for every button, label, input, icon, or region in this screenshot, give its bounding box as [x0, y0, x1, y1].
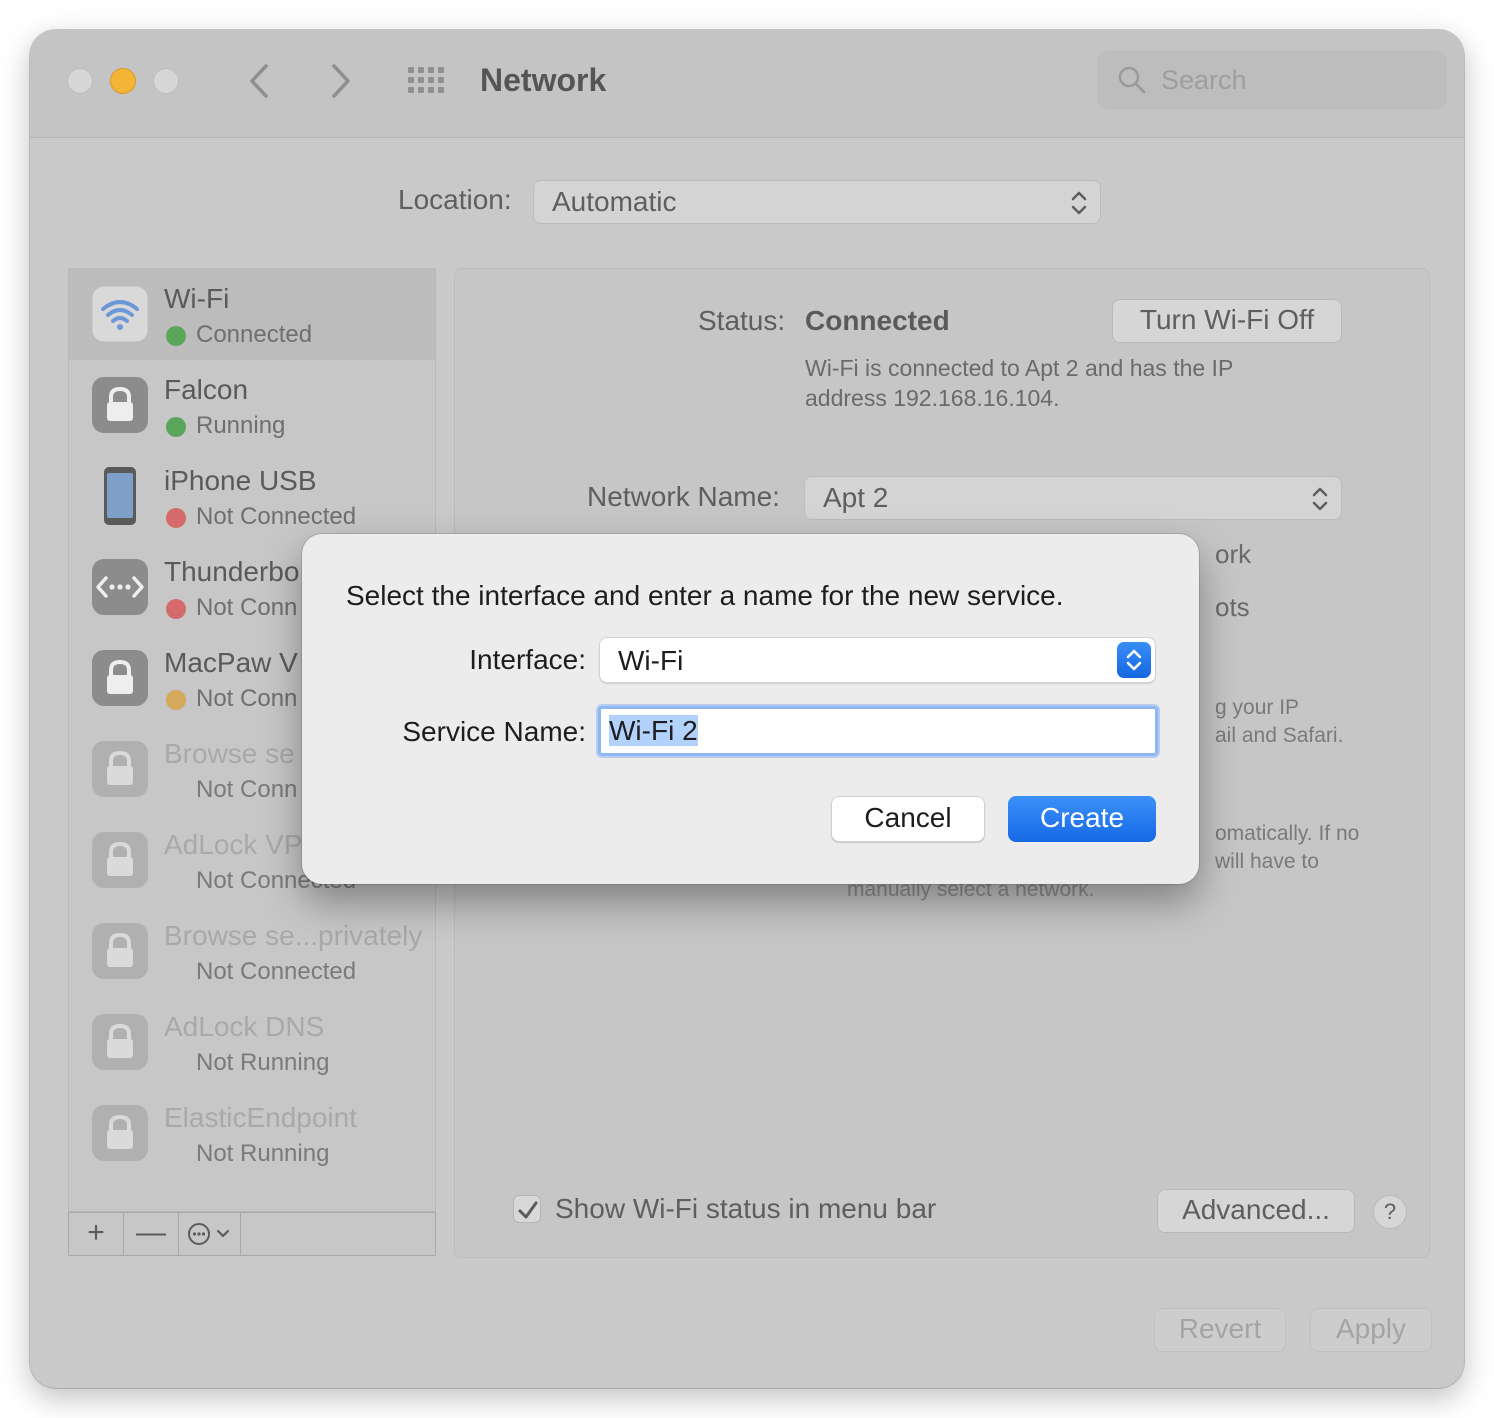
lock-icon: [92, 923, 148, 979]
chevron-right-icon: [332, 64, 350, 98]
close-window-button[interactable]: [67, 68, 93, 94]
grid-icon: [408, 67, 444, 93]
status-dot: [166, 417, 186, 437]
service-status: Not Conn: [196, 685, 298, 712]
lock-icon: [92, 832, 148, 888]
interface-label: Interface:: [469, 644, 586, 675]
thunderbolt-bridge-icon: [92, 559, 148, 615]
lock-icon: [92, 741, 148, 797]
service-name: AdLock VP: [164, 829, 303, 860]
service-name: ElasticEndpoint: [164, 1102, 358, 1133]
service-name: Thunderbo: [164, 556, 300, 587]
location-value: Automatic: [552, 186, 677, 217]
updown-chevron-icon: [1312, 487, 1328, 511]
status-label: Status:: [698, 305, 786, 336]
sheet-message: Select the interface and enter a name fo…: [346, 580, 1064, 611]
forward-button[interactable]: [320, 60, 360, 102]
service-iphone-usb[interactable]: iPhone USB Not Connected: [69, 451, 435, 542]
window-title: Network: [480, 62, 607, 98]
revert-button[interactable]: Revert: [1154, 1308, 1286, 1352]
service-name: AdLock DNS: [164, 1011, 325, 1042]
titlebar: Network: [30, 30, 1464, 138]
back-button[interactable]: [240, 60, 280, 102]
service-status: Not Connected: [196, 958, 357, 985]
service-elastic-endpoint[interactable]: ElasticEndpoint Not Running: [69, 1088, 435, 1179]
service-name: Falcon: [164, 374, 249, 405]
help-button[interactable]: ?: [1373, 1195, 1407, 1229]
updown-chevron-icon: [1126, 649, 1142, 671]
service-name: MacPaw V: [164, 647, 298, 678]
wifi-icon: [91, 285, 149, 343]
iphone-icon: [104, 467, 136, 525]
clipped-text: g your IP: [1215, 696, 1300, 719]
remove-service-button[interactable]: —: [124, 1213, 179, 1255]
create-button[interactable]: Create: [1008, 796, 1156, 842]
search-field[interactable]: [1097, 51, 1447, 109]
service-falcon[interactable]: Falcon Running: [69, 360, 435, 451]
network-name-popup[interactable]: Apt 2: [804, 476, 1342, 520]
service-status: Not Running: [196, 1140, 330, 1167]
service-adlock-dns[interactable]: AdLock DNS Not Running: [69, 997, 435, 1088]
service-name: Wi-Fi: [164, 283, 230, 314]
lock-icon: [92, 1105, 148, 1161]
status-dot: [166, 326, 186, 346]
apply-button[interactable]: Apply: [1310, 1308, 1432, 1352]
show-wifi-status-checkbox[interactable]: [513, 1195, 541, 1223]
checkmark-icon: [518, 1201, 538, 1219]
ellipsis-circle-chevron-icon: [188, 1223, 230, 1245]
lock-icon: [92, 650, 148, 706]
search-input[interactable]: [1161, 61, 1431, 99]
lock-icon: [92, 377, 148, 433]
service-name: iPhone USB: [164, 465, 317, 496]
clipped-text: ail and Safari.: [1215, 724, 1344, 747]
new-service-sheet: Select the interface and enter a name fo…: [302, 534, 1199, 884]
chevron-left-icon: [250, 64, 268, 98]
service-status: Running: [196, 412, 286, 439]
status-dot: [166, 599, 186, 619]
service-status: Not Conn: [196, 776, 298, 803]
network-name-label: Network Name:: [587, 481, 780, 512]
status-dot: [166, 690, 186, 710]
service-name-value: Wi-Fi 2: [609, 715, 698, 746]
clipped-text: omatically. If no: [1215, 822, 1360, 845]
service-name: Browse se: [164, 738, 295, 769]
service-wifi[interactable]: Wi-Fi Connected: [69, 269, 435, 360]
status-dot: [166, 508, 186, 528]
location-popup[interactable]: Automatic: [533, 180, 1101, 224]
service-browse-privately[interactable]: Browse se...privately Not Connected: [69, 906, 435, 997]
location-label: Location:: [398, 184, 512, 215]
service-list-toolbar: + —: [68, 1212, 436, 1256]
lock-icon: [92, 1014, 148, 1070]
service-status: Not Conn: [196, 594, 298, 621]
cancel-button[interactable]: Cancel: [831, 796, 985, 842]
popup-arrows: [1117, 642, 1151, 678]
clipped-text: will have to: [1215, 850, 1319, 873]
turn-wifi-off-button[interactable]: Turn Wi-Fi Off: [1112, 299, 1342, 343]
search-icon: [1118, 66, 1146, 94]
interface-popup[interactable]: Wi-Fi: [599, 637, 1156, 683]
show-wifi-status-label: Show Wi-Fi status in menu bar: [555, 1193, 937, 1224]
service-name-field[interactable]: Wi-Fi 2: [598, 706, 1158, 756]
service-status: Not Running: [196, 1049, 330, 1076]
interface-value: Wi-Fi: [618, 645, 684, 676]
minimize-window-button[interactable]: [110, 68, 136, 94]
network-name-value: Apt 2: [823, 482, 889, 513]
clipped-text: ots: [1215, 592, 1250, 622]
show-all-button[interactable]: [406, 65, 448, 95]
status-value: Connected: [805, 305, 950, 336]
action-menu-button[interactable]: [179, 1213, 241, 1255]
advanced-button[interactable]: Advanced...: [1157, 1189, 1355, 1233]
service-status: Connected: [196, 321, 313, 348]
updown-chevron-icon: [1071, 191, 1087, 215]
clipped-text: ork: [1215, 539, 1252, 569]
add-service-button[interactable]: +: [69, 1213, 124, 1255]
zoom-window-button[interactable]: [153, 68, 179, 94]
status-description: Wi-Fi is connected to Apt 2 and has the …: [805, 355, 1233, 411]
service-name: Browse se...privately: [164, 920, 423, 951]
service-name-label: Service Name:: [402, 716, 586, 747]
service-status: Not Connected: [196, 503, 357, 530]
